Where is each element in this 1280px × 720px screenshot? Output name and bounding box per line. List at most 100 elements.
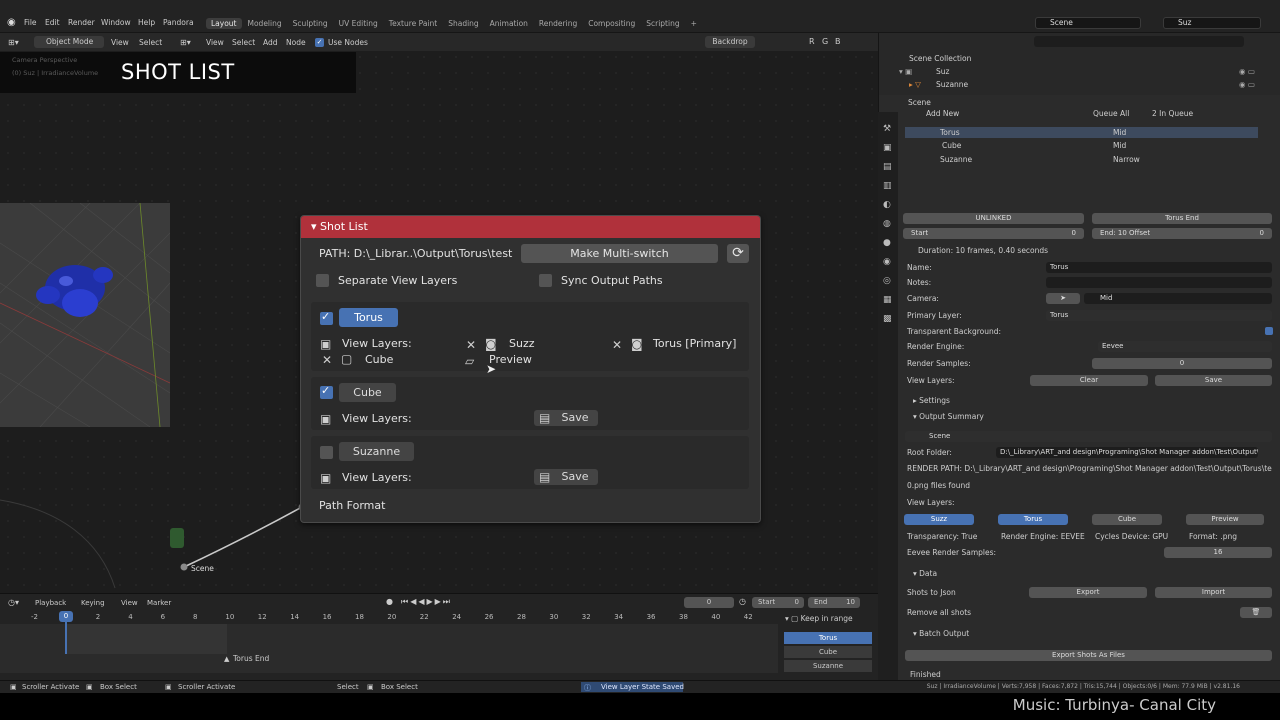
menu-select[interactable]: Select — [232, 38, 255, 47]
menu-window[interactable]: Window — [101, 18, 131, 27]
tab-animation[interactable]: Animation — [485, 18, 533, 29]
add-new-button[interactable]: Add New — [926, 109, 959, 118]
root-folder-input[interactable]: D:\_Library\ART_and design\Programing\Sh… — [996, 447, 1258, 458]
editor-type-icon[interactable]: ⊞▾ — [8, 38, 19, 47]
refresh-icon[interactable]: ⟳ — [727, 244, 749, 263]
property-tab-icons[interactable]: ⚒ ▣ ▤ ▥ ◐ ◍ ● ◉ ◎ ▦ ▩ — [883, 120, 892, 329]
timeline-playback-menu[interactable]: Playback — [35, 599, 66, 607]
torus-checkbox[interactable] — [320, 310, 333, 325]
timeline-shot-torus[interactable]: Torus — [784, 632, 872, 644]
timeline-shot-suzanne[interactable]: Suzanne — [784, 660, 872, 672]
camera-field[interactable]: Mid — [1084, 293, 1272, 304]
shot-list-header[interactable]: ▾ Shot List — [301, 216, 760, 238]
eevee-samples-field[interactable]: 16 — [1164, 547, 1272, 558]
blender-logo-icon[interactable]: ◉ — [7, 17, 16, 28]
view-layer-field[interactable]: Suz — [1163, 17, 1261, 29]
outliner-item-suz[interactable]: Suz — [936, 67, 949, 76]
tab-modeling[interactable]: Modeling — [243, 18, 287, 29]
marker-icon[interactable]: ▲ — [224, 655, 229, 663]
menu-view-3d[interactable]: View — [111, 38, 129, 47]
transparent-bg-checkbox[interactable] — [1265, 327, 1273, 335]
torus-shot-button[interactable]: Torus — [339, 308, 398, 327]
tab-uv-editing[interactable]: UV Editing — [334, 18, 383, 29]
scene-collection[interactable]: Scene Collection — [909, 54, 971, 63]
menu-pandora[interactable]: Pandora — [163, 18, 194, 27]
import-button[interactable]: Import — [1155, 587, 1272, 598]
torus-end-marker[interactable]: Torus End — [1092, 213, 1272, 224]
batch-output-panel[interactable]: ▾ Batch Output — [913, 629, 969, 638]
channel-r[interactable]: R — [809, 37, 815, 46]
timeline-ruler[interactable]: -202468101214161820222426283032343638404… — [0, 613, 778, 623]
props-shot-suzanne[interactable]: Suzanne — [940, 155, 972, 164]
settings-panel[interactable]: ▸ Settings — [913, 396, 950, 405]
summary-layer-cube[interactable]: Cube — [1092, 514, 1162, 525]
menu-help[interactable]: Help — [138, 18, 155, 27]
timeline-view-menu[interactable]: View — [121, 599, 138, 607]
end-frame-field[interactable]: End 10 — [808, 597, 860, 608]
props-shot-torus[interactable]: Torus — [940, 128, 960, 137]
layer-cube[interactable]: Cube — [365, 353, 393, 366]
render-samples-field[interactable]: 0 — [1092, 358, 1272, 369]
cube-checkbox[interactable] — [320, 384, 333, 399]
backdrop-button[interactable]: Backdrop — [705, 36, 755, 48]
record-icon[interactable]: ● — [386, 597, 393, 606]
layer-suzz[interactable]: Suzz — [509, 337, 535, 350]
visibility-icon[interactable]: ◉ ▭ — [1239, 67, 1255, 76]
primary-layer-dropdown[interactable]: Torus — [1046, 310, 1272, 321]
props-shot-torus-camera[interactable]: Mid — [1113, 128, 1126, 137]
remove-layer-icon[interactable]: ✕ — [322, 354, 332, 366]
add-workspace-icon[interactable]: + — [686, 18, 702, 29]
summary-scene-field[interactable]: Scene — [905, 431, 1272, 442]
menu-view[interactable]: View — [206, 38, 224, 47]
tab-texture-paint[interactable]: Texture Paint — [384, 18, 442, 29]
timeline-shot-cube[interactable]: Cube — [784, 646, 872, 658]
outliner-search-input[interactable] — [1034, 36, 1244, 47]
tab-scripting[interactable]: Scripting — [641, 18, 684, 29]
playhead-frame-label[interactable]: 0 — [59, 611, 73, 622]
cube-shot-button[interactable]: Cube — [339, 383, 396, 402]
scene-field[interactable]: Scene — [1035, 17, 1141, 29]
sync-output-paths-checkbox[interactable] — [539, 274, 552, 287]
timeline-editor-icon[interactable]: ◷▾ — [8, 598, 19, 607]
timeline-keying-menu[interactable]: Keying — [81, 599, 105, 607]
output-summary-panel[interactable]: ▾ Output Summary — [913, 412, 984, 421]
menu-render[interactable]: Render — [68, 18, 95, 27]
tab-shading[interactable]: Shading — [443, 18, 483, 29]
suzanne-shot-button[interactable]: Suzanne — [339, 442, 414, 461]
current-frame-field[interactable]: 0 — [684, 597, 734, 608]
make-multiswitch-button[interactable]: Make Multi-switch — [521, 244, 718, 263]
collapse-icon[interactable]: ▾ — [311, 220, 320, 233]
keep-in-range-toggle[interactable]: ▾ ▢ Keep in range — [785, 614, 875, 623]
layer-torus-primary[interactable]: Torus [Primary] — [653, 337, 736, 350]
summary-layer-preview[interactable]: Preview — [1186, 514, 1264, 525]
start-field[interactable]: Start 0 — [903, 228, 1084, 239]
clear-button[interactable]: Clear — [1030, 375, 1148, 386]
trash-icon[interactable]: 🗑 — [1240, 607, 1272, 618]
camera-eyedropper-icon[interactable]: ➤ — [1046, 293, 1080, 304]
use-nodes-checkbox[interactable]: ✓ — [315, 38, 324, 47]
export-button[interactable]: Export — [1029, 587, 1147, 598]
export-shots-button[interactable]: Export Shots As Files — [905, 650, 1272, 661]
end-offset-field[interactable]: End: 10 Offset 0 — [1092, 228, 1272, 239]
menu-add[interactable]: Add — [263, 38, 278, 47]
menu-select-3d[interactable]: Select — [139, 38, 162, 47]
visibility-icon[interactable]: ◉ ▭ — [1239, 80, 1255, 89]
expand-icon[interactable]: ▾ ▣ — [899, 67, 912, 76]
props-shot-cube-camera[interactable]: Mid — [1113, 141, 1126, 150]
remove-layer-icon[interactable]: ✕ — [466, 339, 476, 351]
marker-torus-end[interactable]: Torus End — [233, 654, 269, 663]
summary-layer-suzz[interactable]: Suzz — [904, 514, 974, 525]
tab-sculpting[interactable]: Sculpting — [288, 18, 333, 29]
menu-file[interactable]: File — [24, 18, 37, 27]
unlinked-button[interactable]: UNLINKED — [903, 213, 1084, 224]
object-mode-dropdown[interactable]: Object Mode — [34, 36, 104, 48]
outliner-item-suzanne[interactable]: Suzanne — [936, 80, 968, 89]
channel-g[interactable]: G — [822, 37, 828, 46]
name-input[interactable]: Torus — [1046, 262, 1272, 273]
props-shot-cube[interactable]: Cube — [942, 141, 961, 150]
playback-controls-icon[interactable]: ⏮◀◀▶▶⏭ — [401, 597, 452, 607]
timeline-marker-menu[interactable]: Marker — [147, 599, 171, 607]
menu-edit[interactable]: Edit — [45, 18, 60, 27]
remove-layer-icon[interactable]: ✕ — [612, 339, 622, 351]
summary-layer-torus[interactable]: Torus — [998, 514, 1068, 525]
